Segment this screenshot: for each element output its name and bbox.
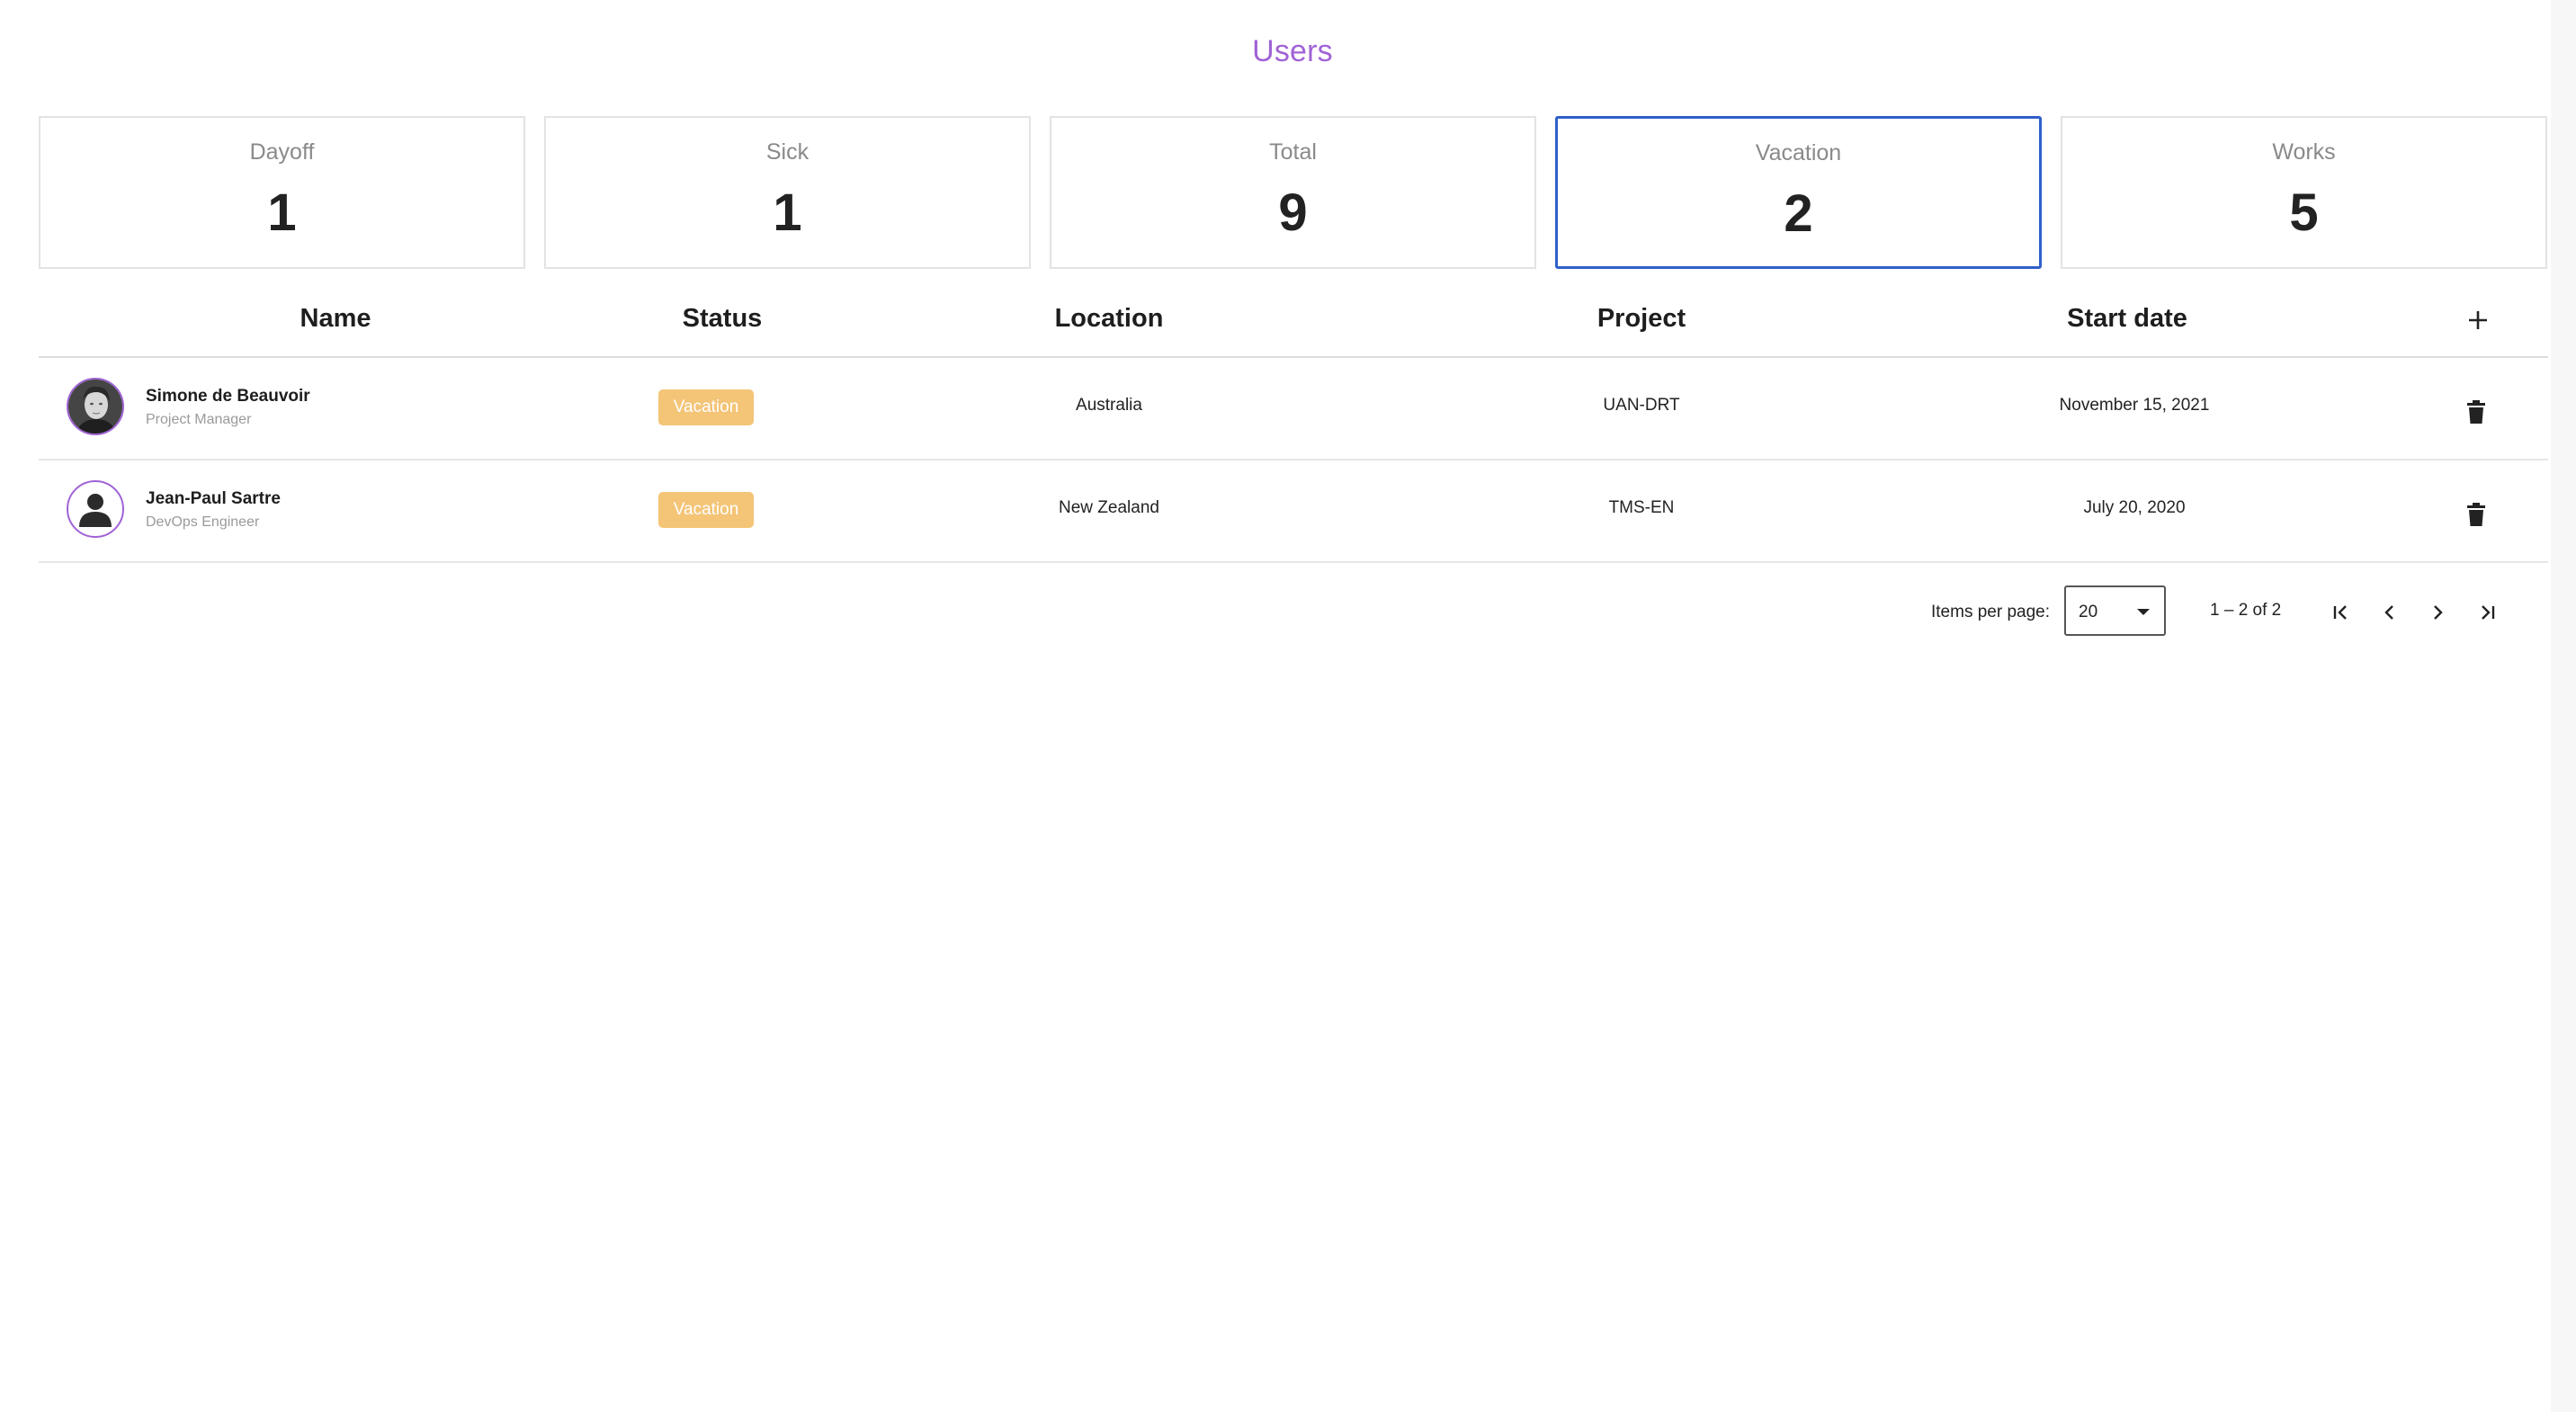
page-title: Users [1252, 34, 1333, 68]
stat-value: 5 [2289, 183, 2319, 242]
stat-value: 2 [1784, 184, 1813, 243]
avatar [67, 480, 124, 538]
stat-label: Total [1269, 139, 1317, 165]
trash-icon [2467, 400, 2485, 424]
stat-label: Works [2272, 139, 2336, 165]
add-user-button[interactable] [2458, 300, 2498, 340]
chevron-left-icon [2384, 605, 2393, 620]
stat-card-sick[interactable]: Sick 1 [544, 116, 1031, 269]
first-page-icon [2333, 605, 2347, 620]
delete-user-button[interactable] [2456, 495, 2496, 534]
project-cell: TMS-EN [1608, 498, 1675, 517]
delete-user-button[interactable] [2456, 392, 2496, 432]
user-name: Jean-Paul Sartre [146, 489, 281, 508]
last-page-button[interactable] [2469, 594, 2505, 630]
user-role: DevOps Engineer [146, 514, 260, 530]
table-header: Name Status Location Project Start date [39, 288, 2548, 358]
users-table: Name Status Location Project Start date … [39, 288, 2548, 563]
stat-value: 1 [267, 183, 297, 242]
table-row[interactable]: Simone de Beauvoir Project Manager Vacat… [39, 358, 2548, 460]
project-cell: UAN-DRT [1603, 396, 1680, 415]
stat-card-total[interactable]: Total 9 [1050, 116, 1536, 269]
stat-label: Vacation [1755, 140, 1842, 165]
stats-bar: Dayoff 1 Sick 1 Total 9 Vacation 2 Works… [39, 116, 2548, 271]
column-header-status[interactable]: Status [605, 304, 839, 334]
user-role: Project Manager [146, 412, 252, 427]
column-header-start-date[interactable]: Start date [1992, 304, 2262, 334]
chevron-right-icon [2434, 605, 2443, 620]
paginator: Items per page: 20 1 – 2 of 2 [1925, 584, 2554, 638]
stat-card-vacation[interactable]: Vacation 2 [1555, 116, 2042, 269]
stat-value: 1 [773, 183, 802, 242]
status-badge: Vacation [658, 389, 754, 425]
location-cell: Australia [1076, 396, 1142, 415]
first-page-button[interactable] [2323, 594, 2359, 630]
range-label: 1 – 2 of 2 [2210, 601, 2282, 620]
column-header-name[interactable]: Name [219, 304, 452, 334]
start-date-cell: November 15, 2021 [2059, 396, 2210, 415]
avatar [67, 378, 124, 435]
column-header-location[interactable]: Location [992, 304, 1226, 334]
column-header-project[interactable]: Project [1507, 304, 1776, 334]
location-cell: New Zealand [1059, 498, 1159, 517]
stat-label: Sick [765, 139, 809, 165]
next-page-button[interactable] [2419, 594, 2455, 630]
last-page-icon [2482, 605, 2495, 620]
page-size-select[interactable]: 20 [2064, 585, 2166, 636]
items-per-page-label: Items per page: [1931, 603, 2051, 621]
status-badge: Vacation [658, 492, 754, 528]
table-row[interactable]: Jean-Paul Sartre DevOps Engineer Vacatio… [39, 460, 2548, 563]
stat-label: Dayoff [249, 139, 315, 165]
user-name: Simone de Beauvoir [146, 387, 310, 406]
trash-icon [2467, 503, 2485, 526]
previous-page-button[interactable] [2372, 594, 2408, 630]
plus-icon [2469, 311, 2487, 329]
stat-card-works[interactable]: Works 5 [2061, 116, 2547, 269]
vertical-scrollbar[interactable] [2551, 0, 2576, 1412]
page-size-value: 20 [2079, 603, 2098, 621]
stat-value: 9 [1278, 183, 1308, 242]
start-date-cell: July 20, 2020 [2083, 498, 2186, 517]
stat-card-dayoff[interactable]: Dayoff 1 [39, 116, 525, 269]
user-photo [68, 380, 122, 433]
user-placeholder-icon [79, 494, 112, 527]
caret-down-icon [2137, 609, 2150, 615]
